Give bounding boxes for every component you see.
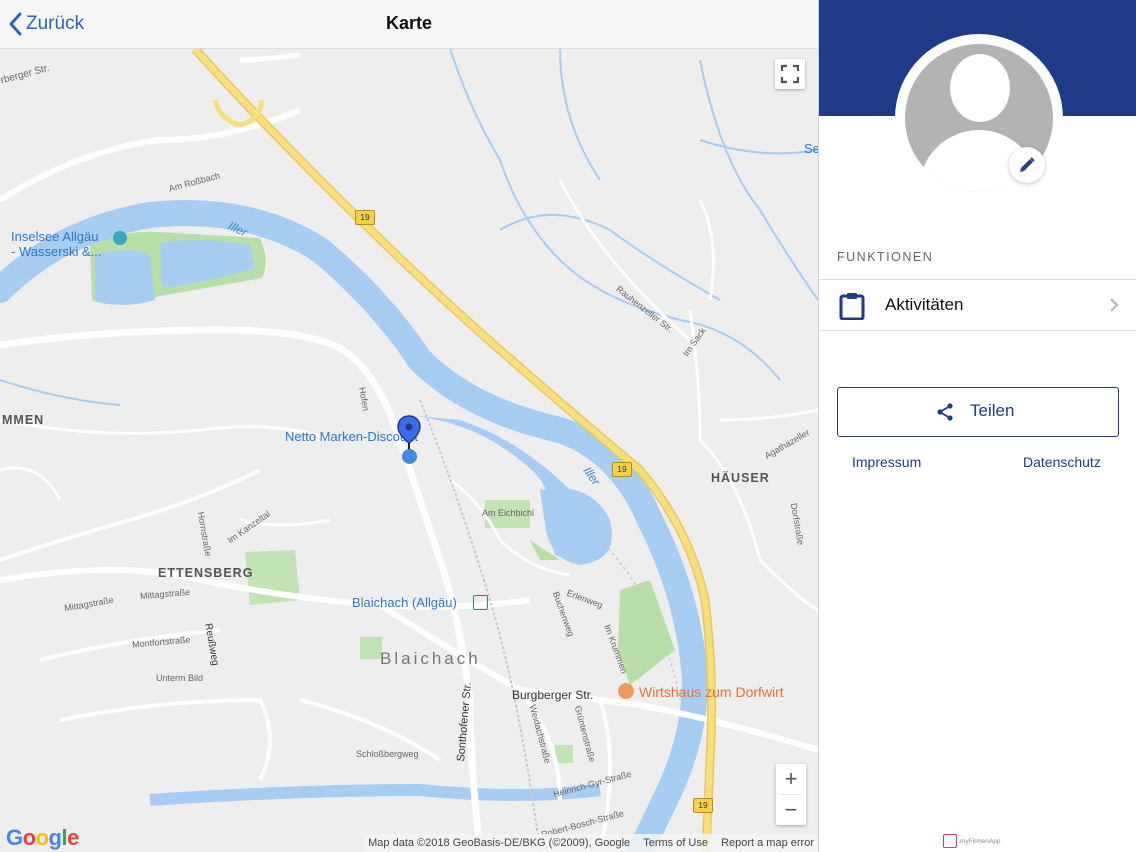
map-label-blaichach-station[interactable]: Blaichach (Allgäu) [352, 595, 457, 610]
map-label-unterm-bild: Unterm Bild [156, 673, 204, 683]
share-button[interactable]: Teilen [837, 387, 1119, 437]
terms-of-use-link[interactable]: Terms of Use [643, 837, 708, 849]
share-label: Teilen [970, 401, 1015, 420]
zoom-controls: + − [776, 764, 806, 825]
map-label-schlossbergweg: Schloßbergweg [356, 749, 419, 759]
train-station-icon[interactable] [473, 595, 488, 610]
map-view[interactable]: Inselsee Allgäu - Wasserski &... Iller I… [0, 49, 818, 852]
map-attribution: Map data ©2018 GeoBasis-DE/BKG (©2009), … [364, 834, 818, 852]
map-label-wirtshaus[interactable]: Wirtshaus zum Dorfwirt [639, 684, 784, 700]
shopping-cart-icon[interactable] [402, 449, 417, 464]
share-icon [937, 403, 953, 421]
app-logo-text: myFirmenApp [960, 837, 1001, 845]
map-label-inselsee[interactable]: Inselsee Allgäu [11, 229, 98, 244]
menu-item-aktivitaeten[interactable]: Aktivitäten [819, 279, 1136, 331]
menu-item-label: Aktivitäten [885, 295, 964, 314]
section-label-funktionen: FUNKTIONEN [837, 250, 934, 264]
navigation-bar: Zurück Karte [0, 0, 818, 49]
route-shield-19: 19 [355, 210, 375, 225]
poi-icon-inselsee[interactable] [113, 231, 127, 245]
map-label-blaichach: Blaichach [380, 649, 481, 668]
app-logo: myFirmenApp [943, 834, 1000, 848]
google-logo[interactable]: Google [6, 825, 79, 851]
app-logo-icon [943, 834, 957, 848]
map-label-am-eichbichl: Am Eichbichl [482, 508, 535, 518]
map-label-hauser: HÄUSER [711, 471, 770, 485]
map-label-burgberger-str: Burgberger Str. [512, 688, 594, 702]
clipboard-icon [839, 293, 865, 320]
datenschutz-link[interactable]: Datenschutz [1023, 454, 1101, 470]
map-data-attribution: Map data ©2018 GeoBasis-DE/BKG (©2009), … [368, 837, 631, 849]
page-title: Karte [385, 13, 433, 33]
chevron-right-icon [1110, 298, 1119, 312]
zoom-out-button[interactable]: − [776, 795, 806, 825]
map-label-wasserski[interactable]: - Wasserski &... [11, 244, 102, 259]
fullscreen-button[interactable] [775, 59, 805, 89]
fullscreen-icon [780, 64, 800, 84]
zoom-in-button[interactable]: + [776, 764, 806, 794]
route-shield-19: 19 [612, 462, 632, 477]
edit-avatar-button[interactable] [1009, 147, 1045, 183]
pencil-icon [1020, 157, 1035, 172]
map-label-ommen: MMEN [2, 413, 45, 427]
map-label-ettensberg: ETTENSBERG [158, 566, 254, 580]
impressum-link[interactable]: Impressum [852, 454, 921, 470]
route-shield-19: 19 [693, 798, 713, 813]
map-label-se: Se [804, 141, 818, 156]
report-map-error-link[interactable]: Report a map error [721, 837, 814, 849]
restaurant-icon[interactable] [618, 683, 634, 699]
profile-panel: FUNKTIONEN Aktivitäten Teilen Impressum … [818, 0, 1136, 852]
